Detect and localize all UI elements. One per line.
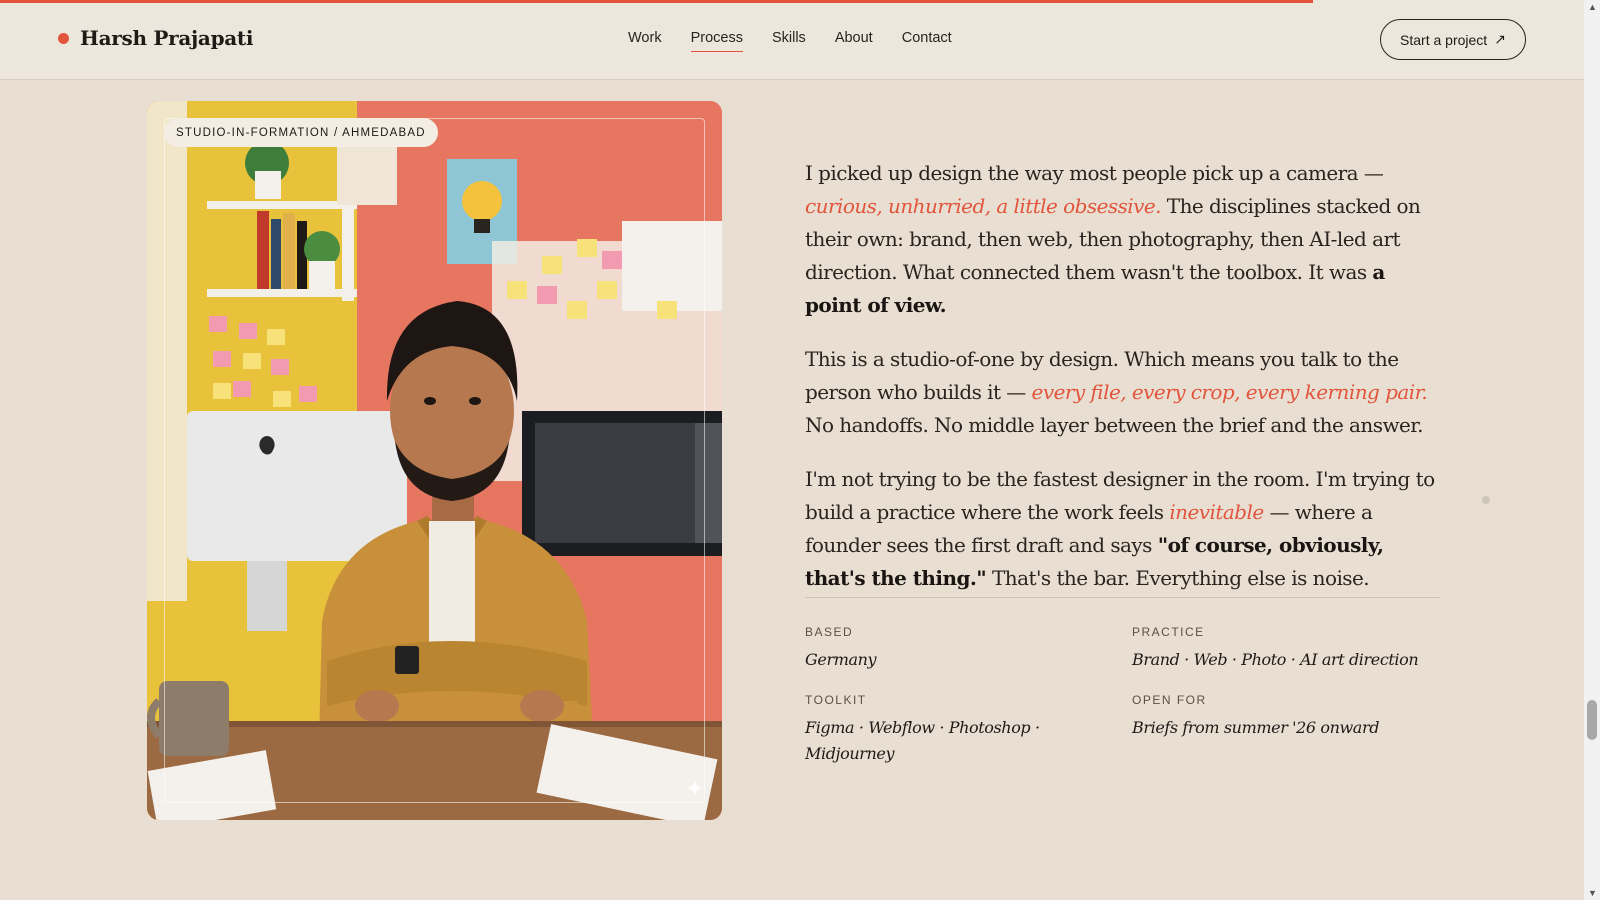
nav-process[interactable]: Process — [690, 30, 744, 52]
portrait-photo: STUDIO-IN-FORMATION / AHMEDABAD ✦ — [147, 101, 722, 820]
meta-value: Germany — [805, 650, 877, 669]
main-nav: Work Process Skills About Contact — [628, 30, 981, 52]
scroll-up-arrow-icon[interactable]: ▲ — [1588, 2, 1597, 12]
p1-emphasis: curious, unhurried, a little obsessive. — [805, 194, 1162, 218]
meta-label: PRACTICE — [1132, 625, 1205, 639]
brand-name: Harsh Prajapati — [80, 26, 254, 50]
section-indicator-dot[interactable] — [1482, 496, 1490, 504]
scroll-progress-bar — [0, 0, 1313, 3]
nav-skills[interactable]: Skills — [772, 30, 806, 52]
portrait-illustration — [147, 101, 722, 820]
meta-toolkit: TOOLKIT Figma · Webflow · Photoshop · Mi… — [805, 693, 1045, 767]
meta-divider — [805, 597, 1440, 598]
meta-label: BASED — [805, 625, 854, 639]
photo-location-tag: STUDIO-IN-FORMATION / AHMEDABAD — [164, 118, 438, 147]
page-scrollbar[interactable] — [1584, 0, 1600, 900]
meta-label: OPEN FOR — [1132, 693, 1207, 707]
meta-value: Figma · Webflow · Photoshop · Midjourney — [805, 718, 1040, 763]
scrollbar-thumb[interactable] — [1587, 700, 1597, 740]
meta-value: Briefs from summer '26 onward — [1132, 718, 1380, 737]
about-copy: I picked up design the way most people p… — [805, 157, 1445, 616]
site-header: Harsh Prajapati Work Process Skills Abou… — [0, 0, 1584, 80]
meta-value: Brand · Web · Photo · AI art direction — [1132, 650, 1419, 669]
brand-logo[interactable]: Harsh Prajapati — [58, 26, 253, 50]
p2-text-b: No handoffs. No middle layer between the… — [805, 413, 1423, 437]
nav-work[interactable]: Work — [628, 30, 662, 52]
start-project-label: Start a project — [1400, 31, 1488, 48]
nav-contact[interactable]: Contact — [902, 30, 952, 52]
meta-label: TOOLKIT — [805, 693, 867, 707]
meta-practice: PRACTICE Brand · Web · Photo · AI art di… — [1132, 625, 1432, 673]
sparkle-icon: ✦ — [685, 776, 704, 801]
p2-emphasis: every file, every crop, every kerning pa… — [1031, 380, 1428, 404]
scroll-down-arrow-icon[interactable]: ▼ — [1588, 888, 1597, 898]
meta-based: BASED Germany — [805, 625, 1105, 673]
about-paragraph-1: I picked up design the way most people p… — [805, 157, 1445, 322]
meta-open-for: OPEN FOR Briefs from summer '26 onward — [1132, 693, 1432, 741]
about-paragraph-2: This is a studio-of-one by design. Which… — [805, 343, 1445, 442]
arrow-up-right-icon: ↗ — [1494, 31, 1506, 47]
p3-text-c: That's the bar. Everything else is noise… — [986, 566, 1370, 590]
start-project-button[interactable]: Start a project ↗ — [1380, 19, 1526, 60]
nav-about[interactable]: About — [835, 30, 873, 52]
p3-emphasis: inevitable — [1169, 500, 1264, 524]
brand-dot-icon — [58, 32, 69, 44]
p1-text-a: I picked up design the way most people p… — [805, 161, 1384, 185]
about-paragraph-3: I'm not trying to be the fastest designe… — [805, 463, 1445, 595]
